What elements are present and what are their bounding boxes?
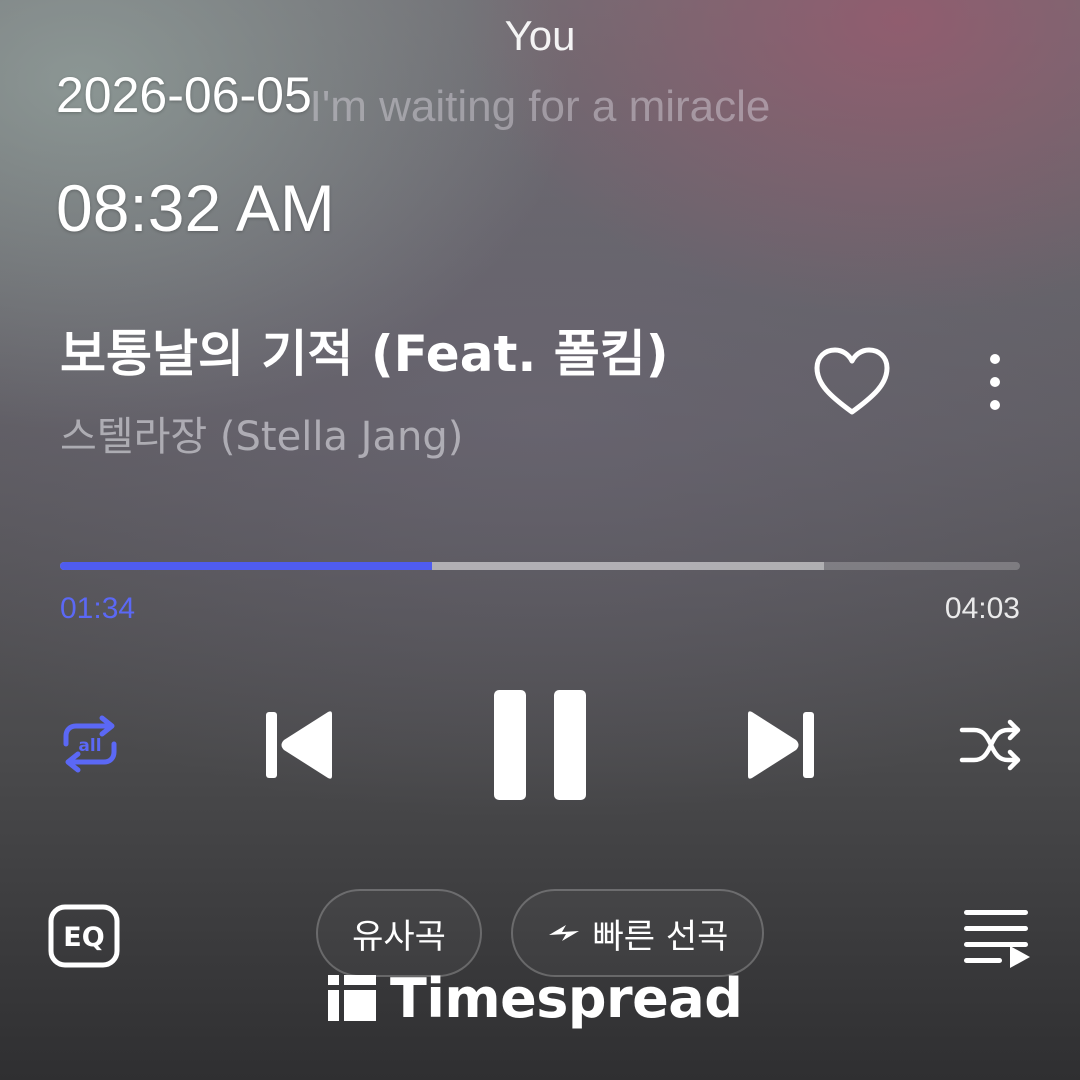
progress-played — [60, 562, 432, 570]
current-lyric-line: You — [504, 12, 576, 59]
previous-button[interactable] — [262, 708, 338, 782]
equalizer-button[interactable]: EQ — [48, 904, 120, 968]
heart-icon — [814, 347, 890, 415]
skip-next-icon — [748, 711, 814, 779]
eq-icon: EQ — [48, 904, 120, 968]
total-duration: 04:03 — [944, 592, 1020, 625]
time-stamp: 08:32 AM — [56, 171, 335, 245]
more-vertical-icon — [990, 354, 1000, 410]
skip-previous-icon — [266, 711, 332, 779]
watermark-text: Timespread — [390, 966, 743, 1030]
progress-bar[interactable] — [60, 562, 1020, 570]
pause-button[interactable] — [492, 688, 588, 802]
repeat-button[interactable]: all — [58, 714, 122, 774]
elapsed-time: 01:34 — [60, 592, 136, 625]
date-stamp: 2026-06-05 — [56, 67, 312, 123]
bolt-icon — [548, 925, 579, 941]
repeat-mode-label: all — [78, 736, 101, 756]
repeat-all-icon: all — [63, 715, 117, 773]
similar-songs-label: 유사곡 — [352, 916, 446, 957]
artist-name[interactable]: 스텔라장 (Stella Jang) — [60, 404, 463, 462]
like-button[interactable] — [812, 346, 892, 418]
quick-select-button[interactable]: 빠른 선곡 — [511, 889, 764, 977]
pause-icon — [494, 690, 586, 800]
shuffle-icon — [959, 719, 1021, 771]
more-options-button[interactable] — [975, 350, 1015, 414]
eq-label: EQ — [63, 922, 104, 953]
playlist-button[interactable] — [960, 906, 1034, 970]
song-title: 보통날의 기적 (Feat. 폴킴) — [60, 325, 669, 383]
playlist-icon — [964, 910, 1030, 968]
timespread-logo-icon — [328, 975, 376, 1021]
watermark: Timespread — [328, 966, 758, 1030]
quick-select-label: 빠른 선곡 — [592, 916, 729, 957]
similar-songs-button[interactable]: 유사곡 — [316, 889, 482, 977]
next-button[interactable] — [742, 708, 818, 782]
shuffle-button[interactable] — [958, 718, 1024, 772]
